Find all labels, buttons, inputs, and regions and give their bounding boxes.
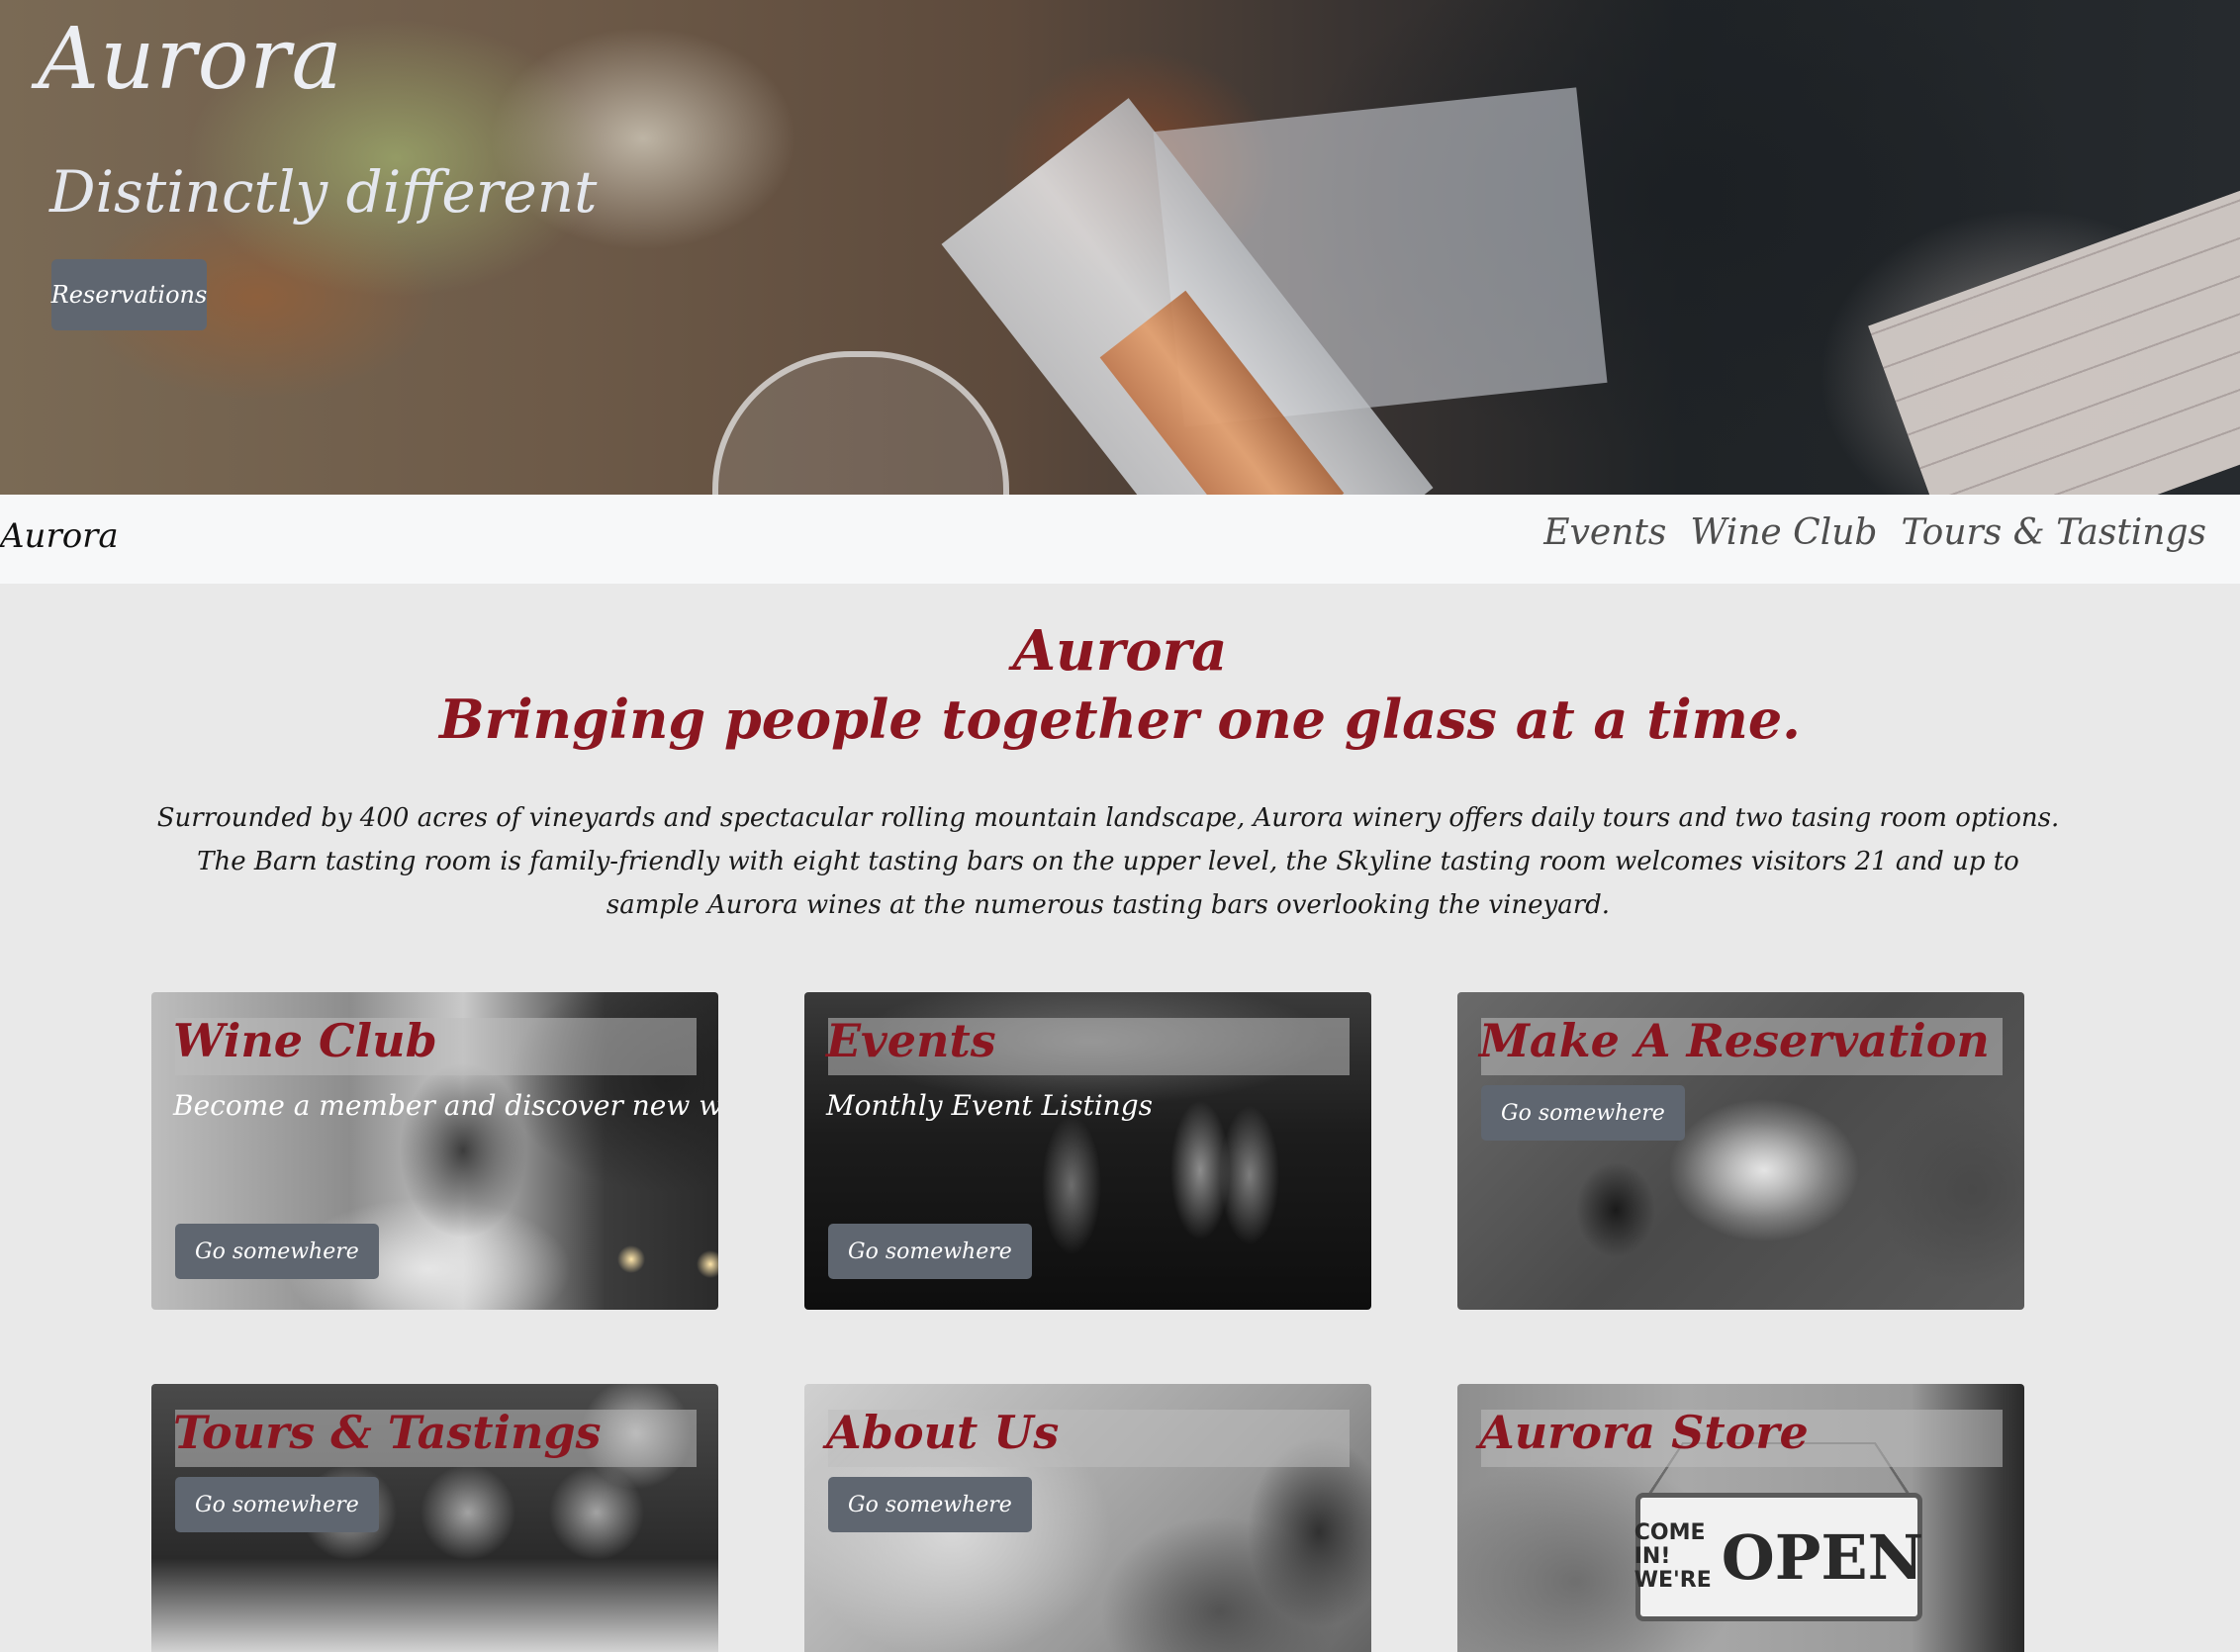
hero-photo-glass — [712, 351, 1009, 495]
card-title: Aurora Store — [1479, 1406, 1809, 1459]
nav-link-events[interactable]: Events — [1543, 512, 1666, 553]
card-title: Tours & Tastings — [173, 1406, 602, 1459]
card-title: Wine Club — [173, 1014, 437, 1067]
card-events: Events Monthly Event Listings Go somewhe… — [804, 992, 1371, 1310]
card-title: About Us — [826, 1406, 1060, 1459]
card-title: Events — [826, 1014, 996, 1067]
hero-tagline: Distinctly different — [49, 158, 598, 226]
wine-club-go-button[interactable]: Go somewhere — [175, 1224, 379, 1279]
navbar: Aurora Events Wine Club Tours & Tastings — [0, 495, 2240, 584]
card-wine-club: Wine Club Become a member and discover n… — [151, 992, 718, 1310]
card-title: Make A Reservation — [1479, 1014, 1990, 1067]
hero-photo-sleeve — [1868, 184, 2240, 495]
hero-banner: Aurora Distinctly different Reservations — [0, 0, 2240, 495]
open-sign-big-text: OPEN — [1721, 1520, 1924, 1594]
intro-title: Aurora — [1012, 618, 1228, 684]
nav-link-wine-club[interactable]: Wine Club — [1690, 512, 1877, 553]
card-text: Become a member and discover new wines! — [173, 1089, 718, 1122]
open-sign: COME IN! WE'RE OPEN — [1634, 1493, 1924, 1621]
nav-links: Events Wine Club Tours & Tastings — [1543, 512, 2206, 553]
reservation-go-button[interactable]: Go somewhere — [1481, 1085, 1685, 1141]
card-text: Monthly Event Listings — [826, 1089, 1153, 1122]
reservations-button[interactable]: Reservations — [51, 259, 207, 330]
nav-link-tours-tastings[interactable]: Tours & Tastings — [1901, 512, 2206, 553]
navbar-brand[interactable]: Aurora — [0, 516, 119, 556]
card-make-reservation: Make A Reservation Go somewhere — [1457, 992, 2024, 1310]
open-sign-line1: COME IN! — [1633, 1520, 1706, 1569]
intro-subtitle: Bringing people together one glass at a … — [439, 688, 1801, 751]
card-tours-tastings: Tours & Tastings Go somewhere — [151, 1384, 718, 1652]
open-sign-small-text: COME IN! WE'RE — [1634, 1521, 1712, 1593]
tours-go-button[interactable]: Go somewhere — [175, 1477, 379, 1532]
intro-description: Surrounded by 400 acres of vineyards and… — [156, 803, 2060, 920]
card-aurora-store: COME IN! WE'RE OPEN Aurora Store — [1457, 1384, 2024, 1652]
about-go-button[interactable]: Go somewhere — [828, 1477, 1032, 1532]
open-sign-line2: WE'RE — [1633, 1568, 1712, 1593]
events-go-button[interactable]: Go somewhere — [828, 1224, 1032, 1279]
card-about-us: About Us Go somewhere — [804, 1384, 1371, 1652]
hero-brand: Aurora — [38, 10, 343, 109]
